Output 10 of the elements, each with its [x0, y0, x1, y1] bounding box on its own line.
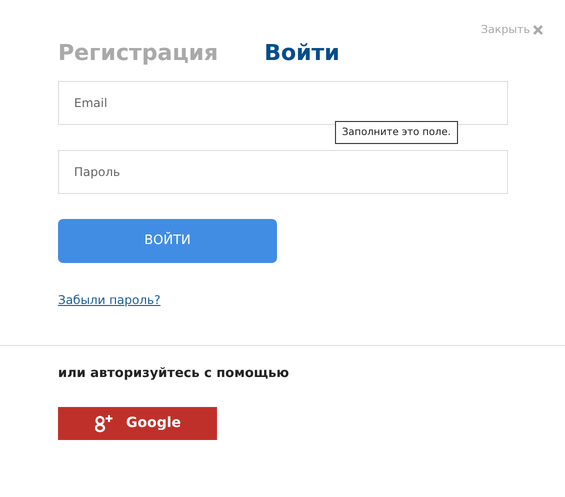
- close-icon: [533, 25, 543, 36]
- forgot-password-link[interactable]: Забыли пароль?: [58, 290, 160, 309]
- social-login-heading: или авторизуйтесь с помощью: [58, 364, 290, 383]
- google-plus-icon: [94, 414, 114, 433]
- google-button[interactable]: Google: [58, 407, 217, 440]
- email-field[interactable]: Email: [58, 80, 508, 125]
- password-field[interactable]: Пароль: [58, 150, 508, 194]
- login-button[interactable]: ВОЙТИ: [58, 218, 277, 263]
- tab[interactable]: Войти: [264, 40, 340, 67]
- validation-tooltip: Заполните это поле.: [335, 120, 458, 144]
